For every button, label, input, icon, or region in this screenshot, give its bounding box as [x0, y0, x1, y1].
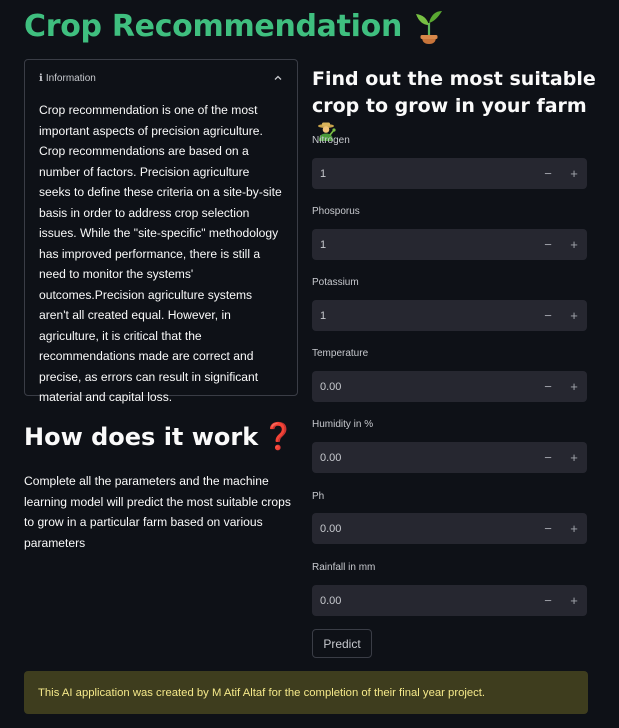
expander-header[interactable]: ℹ Information — [25, 60, 297, 96]
ph-input[interactable]: 0.00 − + — [312, 513, 587, 544]
temperature-value[interactable]: 0.00 — [312, 381, 535, 393]
rainfall-increment-button[interactable]: + — [561, 585, 587, 616]
potassium-label: Potassium — [312, 277, 359, 288]
rainfall-input[interactable]: 0.00 − + — [312, 585, 587, 616]
rainfall-decrement-button[interactable]: − — [535, 585, 561, 616]
potassium-input[interactable]: 1 − + — [312, 300, 587, 331]
rainfall-value[interactable]: 0.00 — [312, 595, 535, 607]
nitrogen-decrement-button[interactable]: − — [535, 158, 561, 189]
credit-banner: This AI application was created by M Ati… — [24, 671, 588, 714]
ph-decrement-button[interactable]: − — [535, 513, 561, 544]
nitrogen-label: Nitrogen — [312, 135, 350, 146]
potassium-decrement-button[interactable]: − — [535, 300, 561, 331]
page-title: Crop Recommendation — [24, 4, 446, 48]
nitrogen-increment-button[interactable]: + — [561, 158, 587, 189]
expander-body-text: Crop recommendation is one of the most i… — [39, 103, 282, 404]
expander-header-left: ℹ Information — [39, 73, 96, 84]
info-icon: ℹ — [39, 72, 43, 84]
phosphorus-label: Phosporus — [312, 206, 360, 217]
nitrogen-value[interactable]: 1 — [312, 168, 535, 180]
humidity-increment-button[interactable]: + — [561, 442, 587, 473]
potassium-increment-button[interactable]: + — [561, 300, 587, 331]
ph-increment-button[interactable]: + — [561, 513, 587, 544]
question-mark-icon: ❓ — [262, 422, 295, 452]
phosphorus-increment-button[interactable]: + — [561, 229, 587, 260]
humidity-label: Humidity in % — [312, 419, 374, 430]
humidity-value[interactable]: 0.00 — [312, 452, 535, 464]
phosphorus-decrement-button[interactable]: − — [535, 229, 561, 260]
rainfall-label: Rainfall in mm — [312, 562, 376, 573]
information-expander: ℹ Information Crop recommendation is one… — [24, 59, 298, 404]
humidity-input[interactable]: 0.00 − + — [312, 442, 587, 473]
humidity-decrement-button[interactable]: − — [535, 442, 561, 473]
expander-header-label: Information — [45, 72, 96, 84]
sprout-icon — [412, 7, 446, 45]
ph-value[interactable]: 0.00 — [312, 523, 535, 535]
credit-banner-text: This AI application was created by M Ati… — [38, 686, 486, 699]
ph-label: Ph — [312, 491, 325, 502]
temperature-label: Temperature — [312, 348, 369, 359]
form-heading: Find out the most suitable crop to grow … — [312, 66, 602, 146]
form-heading-text: Find out the most suitable crop to grow … — [312, 68, 596, 117]
how-it-works-heading: How does it work ❓ — [24, 422, 295, 452]
nitrogen-input[interactable]: 1 − + — [312, 158, 587, 189]
potassium-value[interactable]: 1 — [312, 310, 535, 322]
page-title-text: Crop Recommendation — [24, 8, 403, 44]
how-it-works-text: Complete all the parameters and the mach… — [24, 474, 291, 550]
phosphorus-value[interactable]: 1 — [312, 239, 535, 251]
predict-button[interactable]: Predict — [312, 629, 372, 658]
temperature-input[interactable]: 0.00 − + — [312, 371, 587, 402]
temperature-increment-button[interactable]: + — [561, 371, 587, 402]
app-page: Crop Recommendation ℹ Information Crop r… — [0, 0, 619, 728]
chevron-up-icon[interactable] — [273, 73, 283, 83]
temperature-decrement-button[interactable]: − — [535, 371, 561, 402]
how-it-works-heading-text: How does it work — [24, 423, 259, 451]
phosphorus-input[interactable]: 1 − + — [312, 229, 587, 260]
